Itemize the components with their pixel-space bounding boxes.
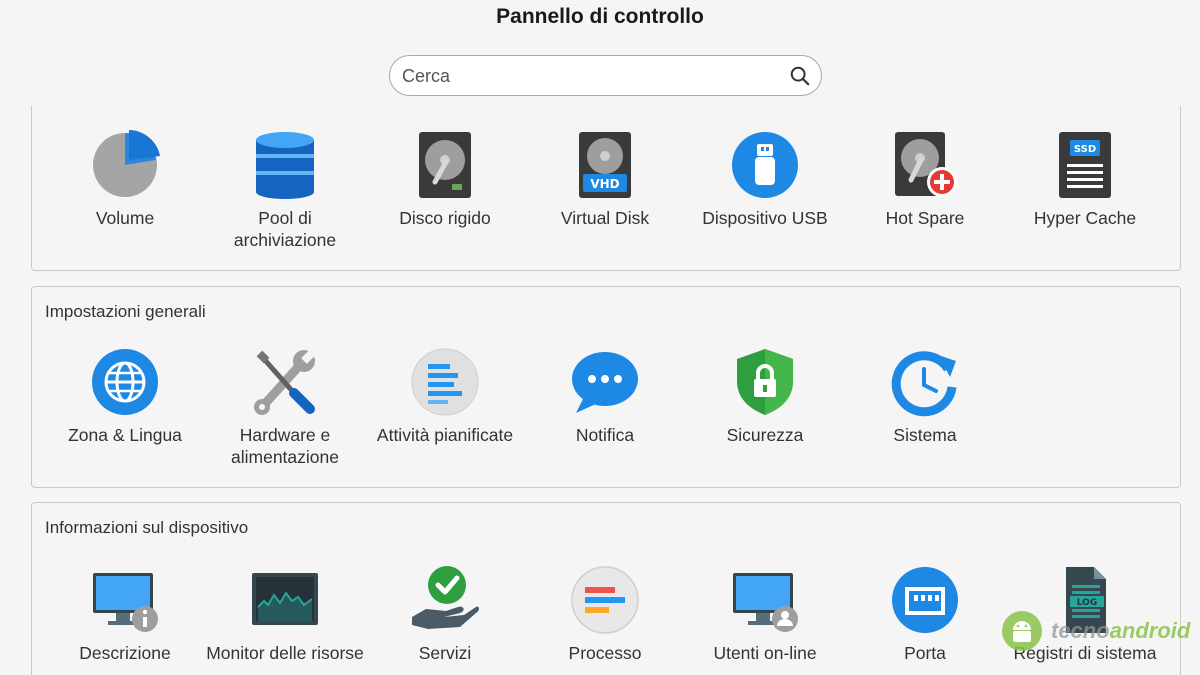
hand-check-icon — [412, 566, 479, 629]
item-label: Sicurezza — [726, 425, 804, 445]
item-label: Processo — [568, 643, 642, 663]
item-label: Hyper Cache — [1033, 208, 1137, 228]
item-hot-spare[interactable]: Hot Spare — [845, 130, 1005, 229]
item-label: Volume — [95, 208, 155, 228]
item-port[interactable]: Porta — [845, 565, 1005, 664]
watermark-logo: tecnoandroid — [1001, 610, 1191, 655]
item-hardware-power[interactable]: Hardware e alimentazione — [205, 347, 365, 468]
item-label: Notifica — [575, 425, 635, 445]
item-zone-language[interactable]: Zona & Lingua — [45, 347, 205, 446]
hard-disk-icon — [419, 132, 471, 198]
svg-text:VHD: VHD — [590, 177, 619, 191]
item-label: Virtual Disk — [560, 208, 650, 228]
search-icon[interactable] — [789, 65, 811, 87]
item-label: Dispositivo USB — [702, 208, 828, 228]
usb-icon — [732, 132, 798, 198]
item-process[interactable]: Processo — [525, 565, 685, 664]
hot-spare-disk-icon — [895, 132, 957, 197]
globe-icon — [92, 349, 158, 415]
database-icon — [256, 132, 314, 199]
search-box[interactable] — [389, 55, 822, 96]
monitor-info-icon — [93, 573, 158, 632]
item-system[interactable]: Sistema — [845, 347, 1005, 446]
item-label: Porta — [904, 643, 946, 663]
shield-lock-icon — [737, 349, 793, 415]
monitor-user-icon — [733, 573, 798, 632]
item-label: Utenti on-line — [713, 643, 817, 663]
item-label: Hot Spare — [885, 208, 965, 228]
android-robot-icon — [1002, 611, 1042, 651]
volume-pie-icon — [93, 130, 160, 197]
clock-refresh-icon — [891, 351, 957, 417]
item-label: Hardware e alimentazione — [231, 425, 339, 467]
process-icon — [571, 566, 639, 634]
item-label: Sistema — [893, 425, 957, 445]
item-label: Pool di archiviazione — [233, 208, 337, 250]
item-hyper-cache[interactable]: SSD Hyper Cache — [1005, 130, 1165, 229]
item-label: Monitor delle risorse — [206, 643, 364, 663]
item-hard-disk[interactable]: Disco rigido — [365, 130, 525, 229]
item-resource-monitor[interactable]: Monitor delle risorse — [205, 565, 365, 664]
item-services[interactable]: Servizi — [365, 565, 525, 664]
item-label: Attività pianificate — [376, 425, 514, 445]
item-notification[interactable]: Notifica — [525, 347, 685, 446]
section-title: Impostazioni generali — [45, 302, 206, 321]
item-label: Servizi — [418, 643, 472, 663]
item-volume[interactable]: Volume — [45, 130, 205, 229]
watermark-text-part1: tecno — [1051, 618, 1110, 643]
item-label: Disco rigido — [399, 208, 491, 228]
storage-panel: Volume Pool di archiviazione Disco rigid… — [31, 106, 1181, 271]
vhd-disk-icon: VHD — [579, 132, 631, 198]
section-title: Informazioni sul dispositivo — [45, 518, 249, 537]
watermark-text-part2: android — [1109, 618, 1191, 643]
search-input[interactable] — [402, 64, 782, 88]
item-usb-device[interactable]: Dispositivo USB — [685, 130, 845, 229]
ethernet-port-icon — [892, 567, 958, 633]
general-settings-panel: Impostazioni generali Zona & Lingua Hard… — [31, 286, 1181, 488]
watermark-text: tecnoandroid — [1051, 618, 1190, 644]
item-label: Descrizione — [79, 643, 171, 663]
svg-text:SSD: SSD — [1074, 144, 1096, 155]
resource-monitor-icon — [252, 573, 318, 625]
item-storage-pool[interactable]: Pool di archiviazione — [205, 130, 365, 251]
svg-text:LOG: LOG — [1077, 598, 1097, 608]
tasks-icon — [411, 348, 479, 416]
item-online-users[interactable]: Utenti on-line — [685, 565, 845, 664]
item-virtual-disk[interactable]: VHD Virtual Disk — [525, 130, 685, 229]
ssd-icon: SSD — [1059, 132, 1111, 198]
item-security[interactable]: Sicurezza — [685, 347, 845, 446]
page-title: Pannello di controllo — [496, 5, 704, 28]
tools-icon — [254, 349, 316, 415]
item-label: Zona & Lingua — [68, 425, 182, 445]
item-scheduled-tasks[interactable]: Attività pianificate — [365, 347, 525, 446]
chat-bubble-icon — [572, 352, 638, 413]
item-description[interactable]: Descrizione — [45, 565, 205, 664]
